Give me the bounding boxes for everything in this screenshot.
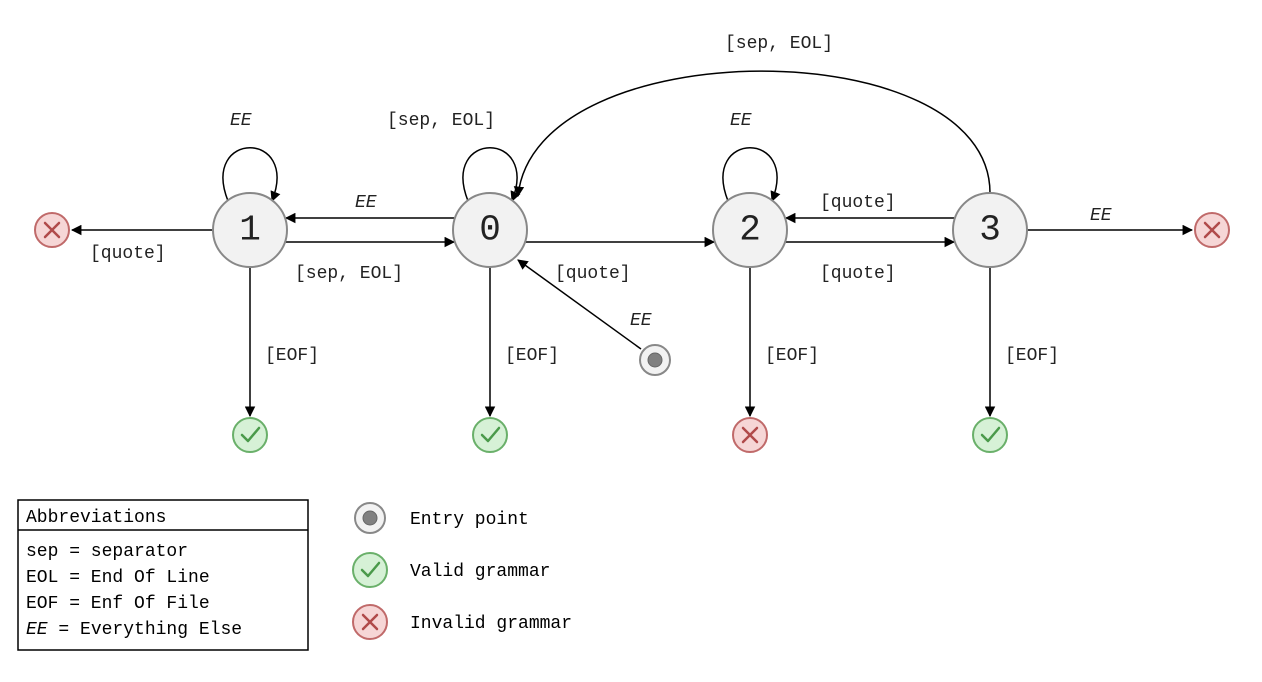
legend-valid-label: Valid grammar [410, 562, 550, 582]
label-s2-s3: [quote] [820, 264, 896, 284]
label-s0-s2: [quote] [555, 264, 631, 284]
invalid-node-right [1195, 213, 1229, 247]
state-1-label: 1 [239, 210, 261, 251]
label-s1-s0: [sep, EOL] [295, 264, 403, 284]
legend-abbreviations: Abbreviations sep = separator EOL = End … [18, 500, 308, 650]
legend-row-0: sep = separator [26, 542, 188, 562]
state-3-label: 3 [979, 210, 1001, 251]
legend-entry: Entry point [355, 503, 529, 533]
legend-entry-label: Entry point [410, 510, 529, 530]
state-diagram: EE [sep, EOL] EE [sep, EOL] EE [sep, EOL… [0, 0, 1262, 682]
legend-row-1: EOL = End Of Line [26, 568, 210, 588]
invalid-node-s2 [733, 418, 767, 452]
label-s1-invalid: [quote] [90, 244, 166, 264]
label-s1-self: EE [230, 111, 252, 131]
label-s2-self: EE [730, 111, 752, 131]
label-s0-self: [sep, EOL] [387, 111, 495, 131]
label-s0-s1: EE [355, 193, 377, 213]
label-s3-eof: [EOF] [1005, 346, 1059, 366]
label-s2-eof: [EOF] [765, 346, 819, 366]
valid-node-s3 [973, 418, 1007, 452]
legend-valid: Valid grammar [353, 553, 550, 587]
state-2-label: 2 [739, 210, 761, 251]
edge-s3-s0-top [518, 71, 990, 196]
legend-invalid: Invalid grammar [353, 605, 572, 639]
entry-point-node [640, 345, 670, 375]
valid-node-s1 [233, 418, 267, 452]
label-s1-eof: [EOF] [265, 346, 319, 366]
label-s3-invalid: EE [1090, 206, 1112, 226]
legend-row-2: EOF = Enf Of File [26, 594, 210, 614]
legend-invalid-label: Invalid grammar [410, 614, 572, 634]
label-s0-eof: [EOF] [505, 346, 559, 366]
label-s3-s2: [quote] [820, 193, 896, 213]
legend-row-3: EE = Everything Else [26, 620, 242, 640]
state-0-label: 0 [479, 210, 501, 251]
label-s3-s0-top: [sep, EOL] [725, 34, 833, 54]
label-entry: EE [630, 311, 652, 331]
valid-node-s0 [473, 418, 507, 452]
legend-title: Abbreviations [26, 508, 166, 528]
invalid-node-left [35, 213, 69, 247]
